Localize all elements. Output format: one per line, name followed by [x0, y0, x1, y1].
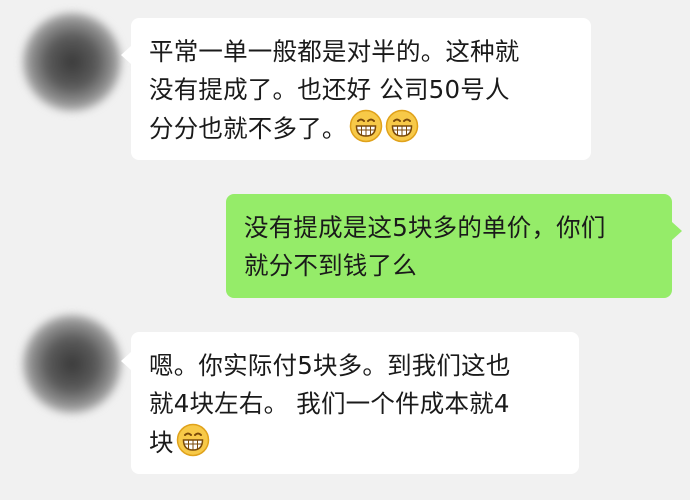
grin-emoji-icon — [385, 109, 418, 143]
outgoing-message-bubble[interactable]: 没有提成是这5块多的单价，你们 就分不到钱了么 — [226, 194, 672, 298]
message-text-line: 就4块左右。 我们一个件成本就4 — [149, 389, 510, 418]
grin-emoji-icon — [349, 109, 382, 143]
message-text-line: 就分不到钱了么 — [244, 251, 417, 280]
message-text-line: 分分也就不多了。 — [149, 109, 573, 148]
message-text-line: 平常一单一般都是对半的。这种就 — [149, 37, 520, 66]
incoming-message-bubble[interactable]: 平常一单一般都是对半的。这种就 没有提成了。也还好 公司50号人 分分也就不多了… — [131, 18, 591, 160]
message-text: 分分也就不多了。 — [149, 114, 347, 143]
chat-window: 平常一单一般都是对半的。这种就 没有提成了。也还好 公司50号人 分分也就不多了… — [0, 0, 690, 500]
message-text: 块 — [149, 428, 174, 457]
grin-emoji-icon — [176, 423, 209, 457]
bubble-tail — [672, 222, 682, 240]
avatar[interactable] — [22, 12, 122, 112]
bubble-tail — [121, 352, 131, 370]
message-text-line: 没有提成了。也还好 公司50号人 — [149, 75, 510, 104]
message-text-line: 块 — [149, 423, 561, 462]
message-text-line: 没有提成是这5块多的单价，你们 — [244, 213, 606, 242]
incoming-message-bubble[interactable]: 嗯。你实际付5块多。到我们这也 就4块左右。 我们一个件成本就4 块 — [131, 332, 579, 474]
message-text-line: 嗯。你实际付5块多。到我们这也 — [149, 351, 511, 380]
bubble-tail — [121, 46, 131, 64]
avatar[interactable] — [22, 314, 122, 414]
